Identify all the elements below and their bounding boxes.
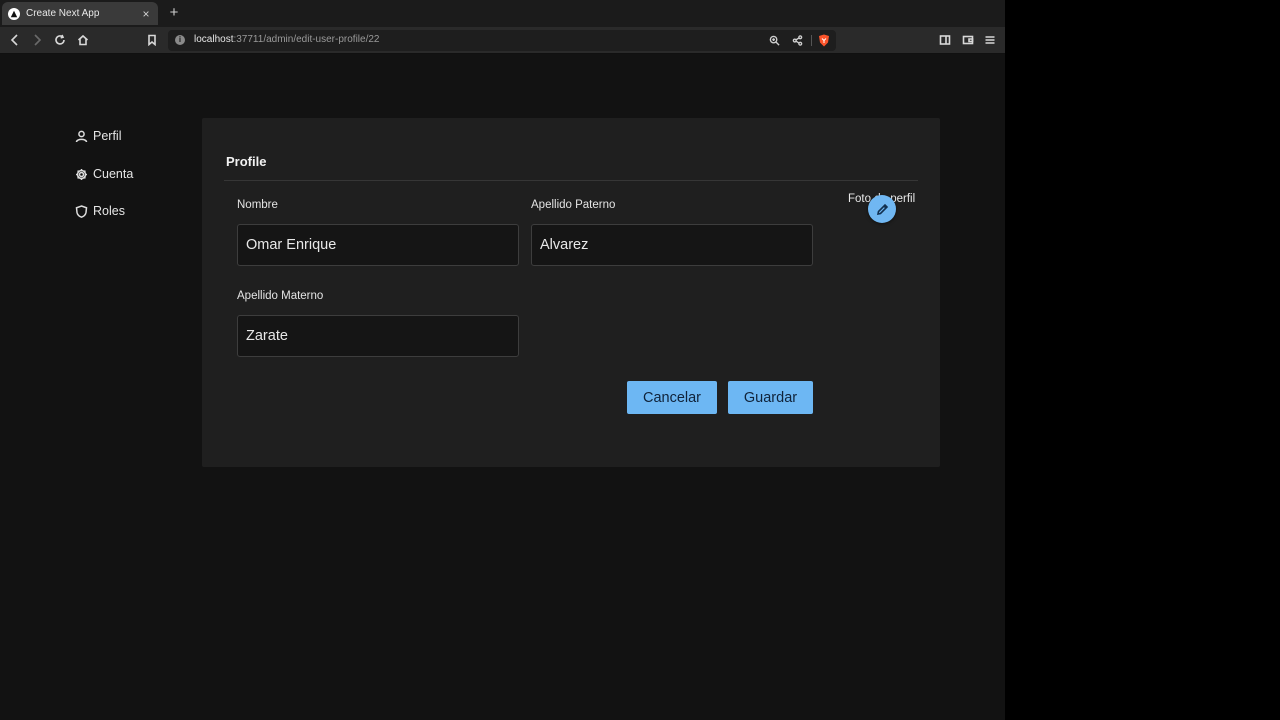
wallet-button[interactable]	[960, 32, 976, 48]
back-button[interactable]	[7, 32, 23, 48]
url-text: localhost:37711/admin/edit-user-profile/…	[194, 34, 379, 45]
forward-button[interactable]	[29, 32, 45, 48]
browser-window: Create Next App × + i localhost:37711/ad…	[0, 0, 1005, 720]
page-title: Profile	[226, 154, 267, 169]
divider	[224, 180, 918, 181]
nombre-input[interactable]	[237, 224, 519, 266]
sidebar-item-label: Roles	[93, 204, 125, 218]
new-tab-button[interactable]: +	[166, 5, 182, 21]
profile-card: Profile Nombre Apellido Paterno Apellido…	[202, 118, 940, 467]
zoom-icon[interactable]	[768, 34, 781, 47]
page-content: Perfil Cuenta Roles Profile Nombre Apell…	[0, 55, 1005, 720]
share-icon[interactable]	[791, 34, 804, 47]
sidebar-item-label: Cuenta	[93, 167, 134, 181]
sidebar-toggle-button[interactable]	[937, 32, 953, 48]
apellido-paterno-label: Apellido Paterno	[531, 199, 616, 211]
cancel-button[interactable]: Cancelar	[627, 381, 717, 414]
save-button[interactable]: Guardar	[728, 381, 813, 414]
reload-icon	[55, 34, 65, 45]
browser-toolbar: i localhost:37711/admin/edit-user-profil…	[0, 27, 1005, 54]
pencil-icon	[876, 203, 888, 215]
hamburger-menu-icon	[985, 36, 995, 44]
user-icon	[75, 130, 88, 142]
home-icon	[77, 34, 89, 46]
sidebar-panel-icon	[939, 35, 951, 45]
wallet-icon	[962, 35, 974, 45]
edit-photo-button[interactable]	[868, 195, 896, 223]
sidebar-item-roles[interactable]: Roles	[75, 204, 125, 218]
url-path: :37711/admin/edit-user-profile/22	[233, 34, 380, 45]
brave-shield-icon[interactable]	[818, 34, 830, 47]
url-host: localhost	[194, 34, 234, 45]
browser-tab[interactable]: Create Next App ×	[2, 2, 158, 25]
tab-title: Create Next App	[26, 8, 100, 19]
url-separator	[811, 35, 812, 46]
tab-strip: Create Next App × +	[0, 0, 1005, 27]
sidebar-item-perfil[interactable]: Perfil	[75, 129, 121, 143]
bookmark-button[interactable]	[144, 32, 160, 48]
shield-icon	[75, 204, 88, 218]
nombre-label: Nombre	[237, 199, 278, 211]
menu-button[interactable]	[982, 32, 998, 48]
apellido-materno-input[interactable]	[237, 315, 519, 357]
bookmark-icon	[148, 34, 156, 46]
gear-icon	[76, 168, 87, 180]
site-info-icon[interactable]: i	[175, 35, 185, 45]
sidebar-item-label: Perfil	[93, 129, 122, 143]
back-arrow-icon	[10, 34, 18, 46]
sidebar-item-cuenta[interactable]: Cuenta	[75, 167, 133, 181]
apellido-materno-label: Apellido Materno	[237, 290, 324, 302]
home-button[interactable]	[75, 32, 91, 48]
reload-button[interactable]	[52, 32, 68, 48]
nextjs-favicon-icon	[8, 7, 20, 20]
apellido-paterno-input[interactable]	[531, 224, 813, 266]
forward-arrow-icon	[34, 34, 42, 46]
address-bar[interactable]: i localhost:37711/admin/edit-user-profil…	[168, 30, 836, 51]
tab-close-icon[interactable]: ×	[140, 8, 152, 20]
